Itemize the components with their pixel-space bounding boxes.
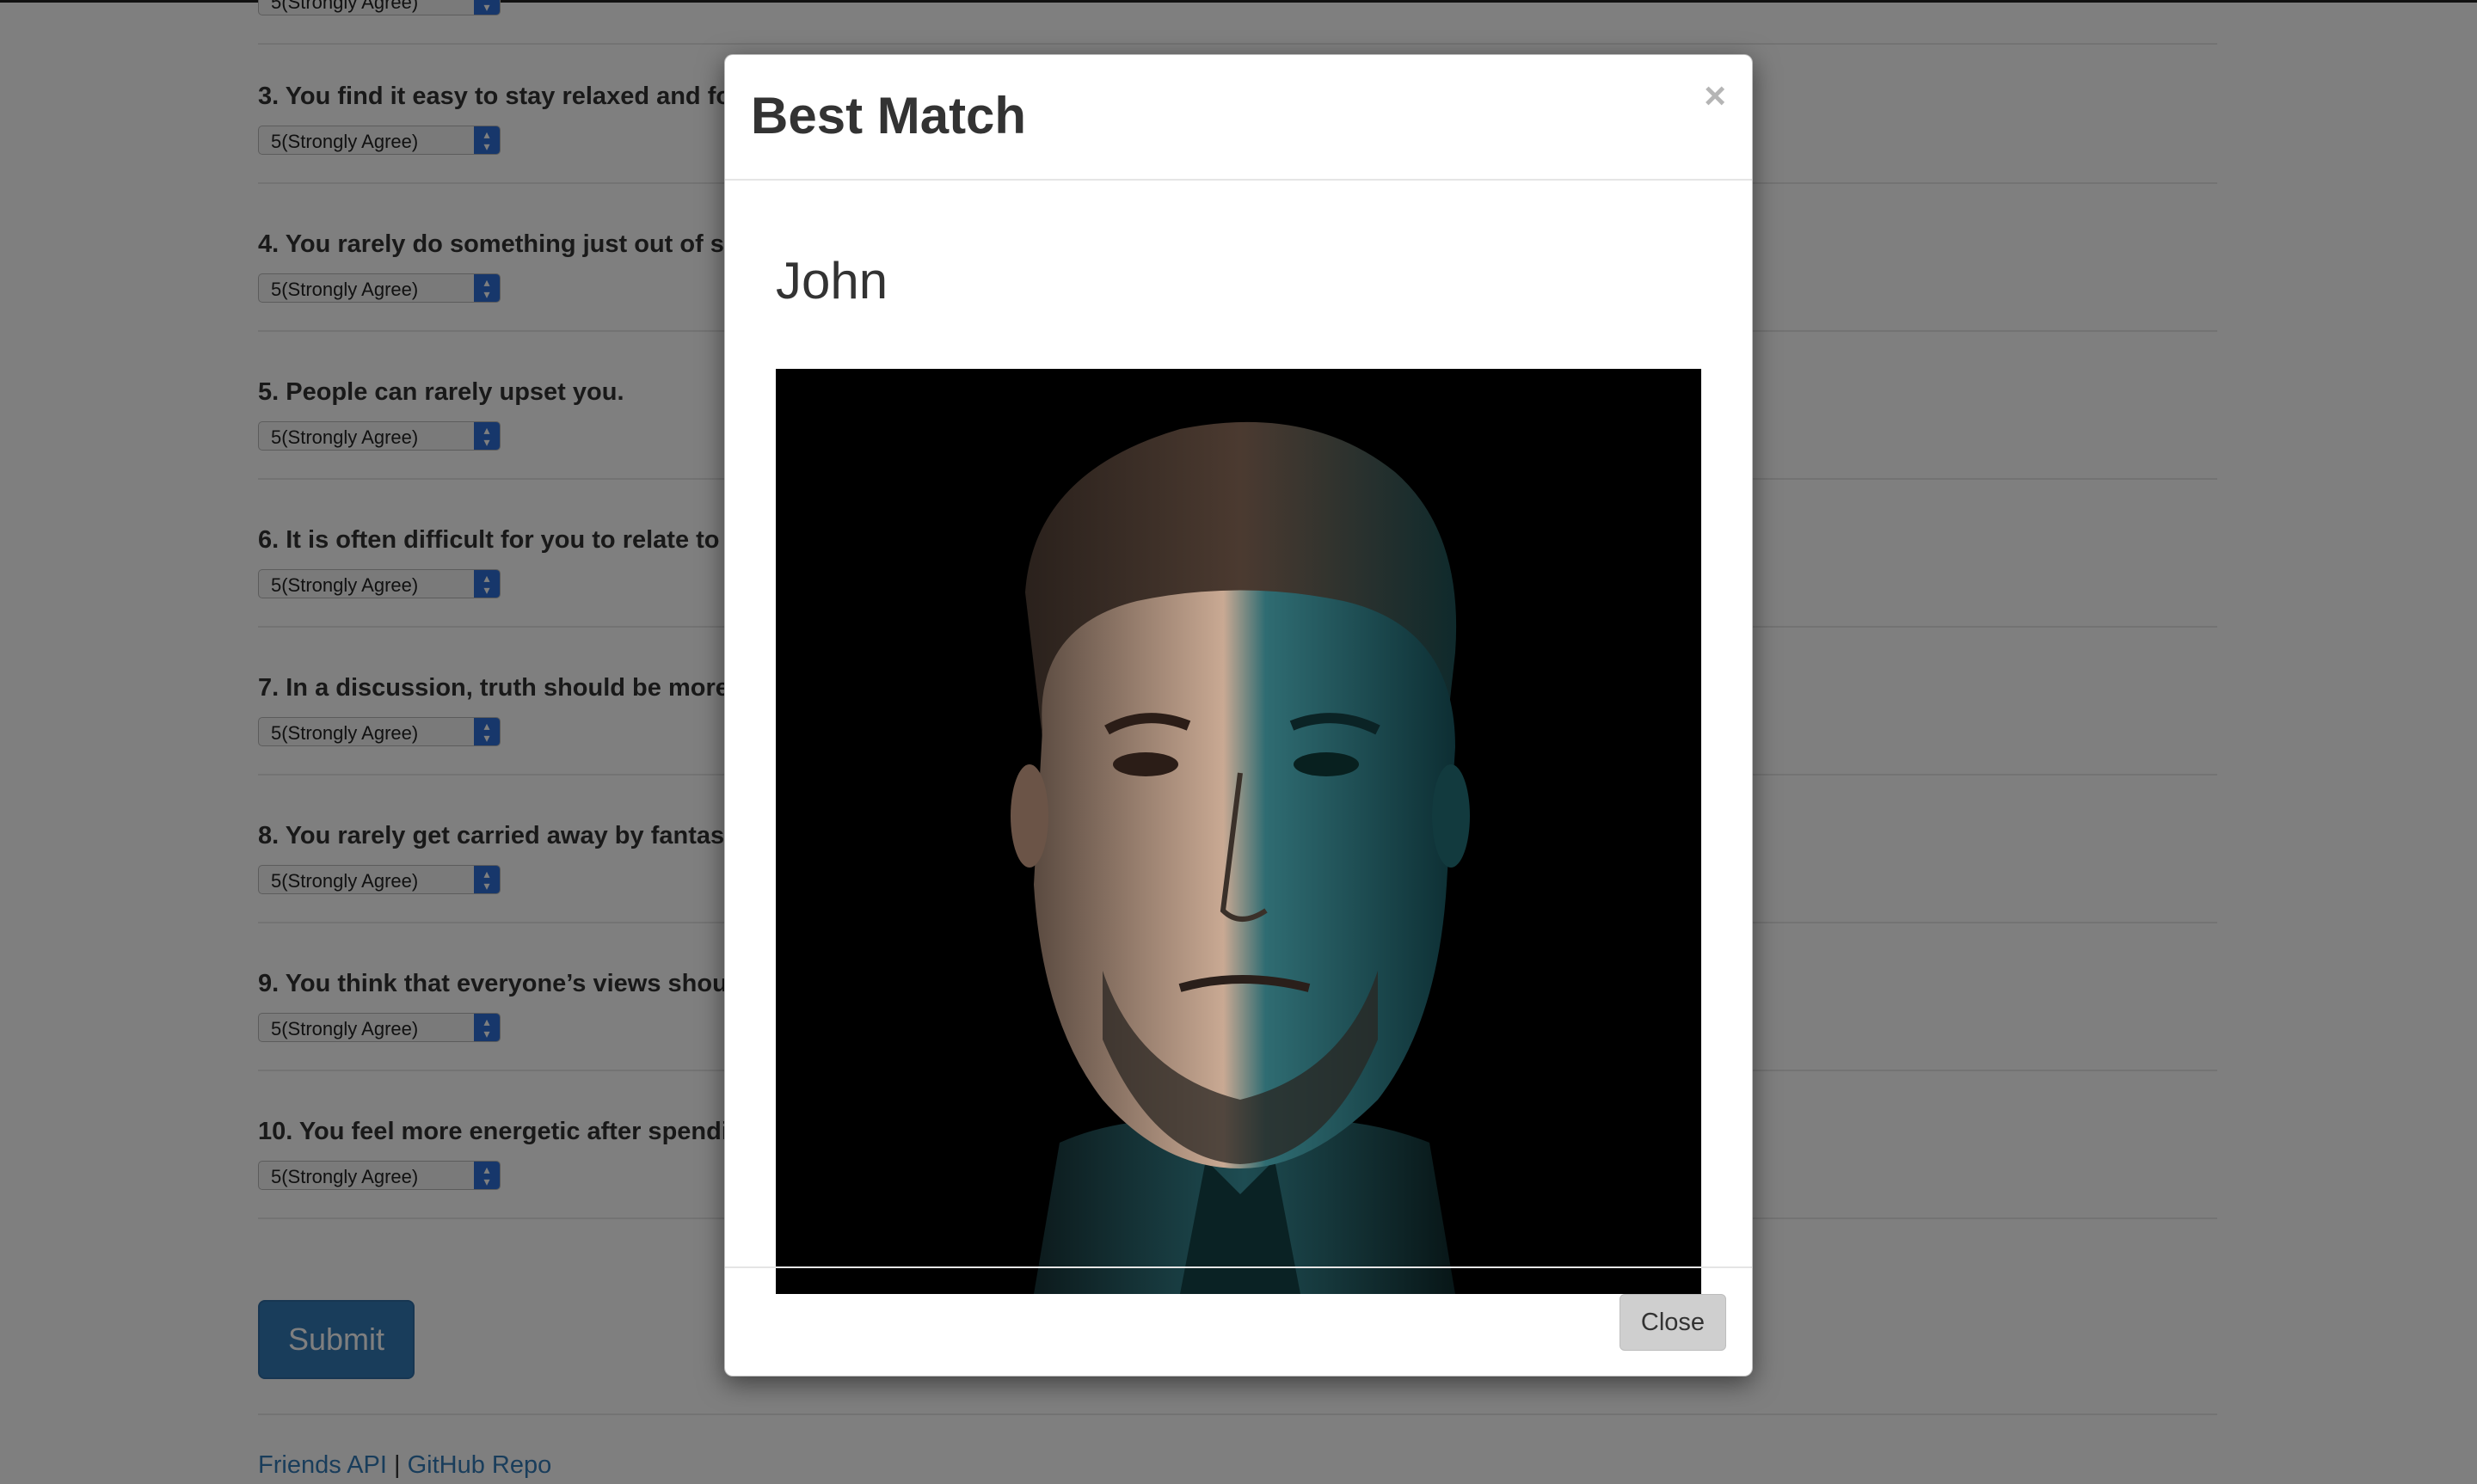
portrait-image: [776, 369, 1701, 1294]
close-button[interactable]: Close: [1620, 1294, 1726, 1351]
modal-body: John: [725, 181, 1752, 1321]
modal-title: Best Match: [751, 87, 1027, 144]
modal-footer: Close: [725, 1266, 1752, 1376]
modal-header: Best Match ×: [725, 55, 1752, 181]
match-photo: [776, 369, 1701, 1294]
best-match-modal: Best Match × John Close: [724, 54, 1753, 1377]
match-name: John: [776, 252, 888, 310]
close-icon[interactable]: ×: [1704, 77, 1726, 115]
